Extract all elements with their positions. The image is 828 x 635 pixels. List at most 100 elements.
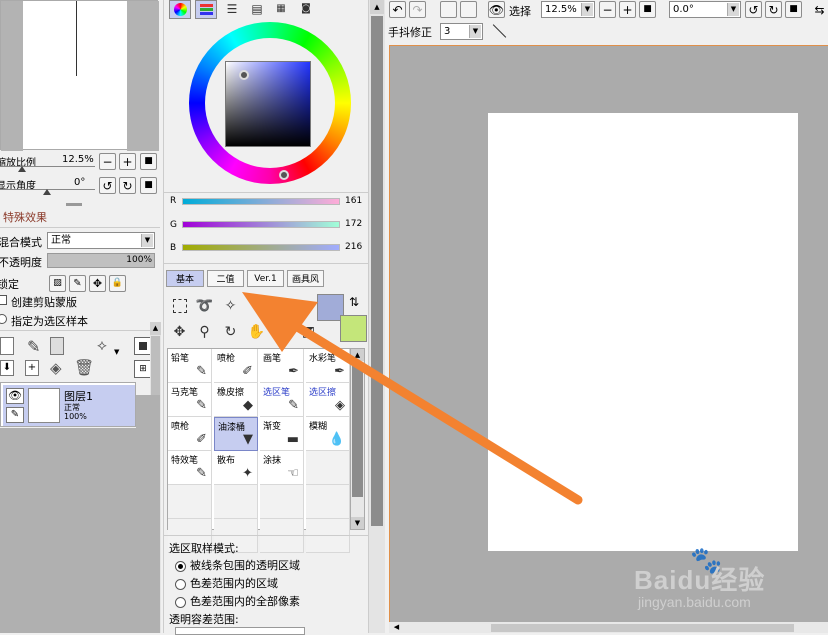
redo-button[interactable]: ↷ [409, 1, 426, 18]
zoom-icon[interactable]: ⚲ [190, 320, 219, 343]
scroll-thumb[interactable] [491, 624, 794, 632]
clear-layer-icon[interactable]: ◈ [50, 359, 62, 377]
b-slider[interactable] [182, 244, 340, 251]
r-slider[interactable] [182, 198, 340, 205]
invert-select-button[interactable] [460, 1, 477, 18]
delete-layer-icon[interactable]: 🗑 [74, 358, 94, 377]
g-value: 172 [345, 219, 363, 229]
sv-picker-handle[interactable] [239, 70, 249, 80]
brush-cell-empty[interactable] [168, 485, 212, 519]
baidu-watermark: 🐾 Baidu经验 jingyan.baidu.com [632, 544, 822, 616]
effects-title[interactable]: 特殊效果 [3, 209, 47, 225]
sample-source-checkbox[interactable] [0, 314, 7, 324]
pencil-icon: ✎ [196, 364, 207, 379]
rotate-right-button[interactable]: ↻ [119, 177, 136, 194]
deselect-button[interactable] [440, 1, 457, 18]
selection-option-0[interactable]: 被线条包围的透明区域 [175, 557, 300, 573]
perspective-ruler-icon[interactable]: ⟡ [97, 336, 107, 354]
radio-icon[interactable] [175, 578, 186, 590]
mask-icon-inner [139, 342, 147, 350]
lock-move-icon[interactable]: ✥ [89, 275, 106, 292]
hsv-sliders-tab[interactable]: ☰ [221, 0, 243, 19]
new-layer-icon[interactable] [0, 337, 14, 355]
zoom-select[interactable]: 12.5% ▼ [541, 1, 595, 18]
scroll-left-icon[interactable]: ◀ [391, 622, 402, 633]
hue-picker-handle[interactable] [279, 170, 289, 180]
brush-cell[interactable]: 铅笔 ✎ [168, 349, 212, 383]
lock-all-icon[interactable]: 🔒 [109, 275, 126, 292]
scratchpad-tab[interactable]: ◙ [295, 0, 317, 19]
new-vector-layer-icon[interactable]: ✎ [27, 337, 40, 356]
marker-icon: ✎ [196, 398, 207, 413]
line-tool-icon[interactable] [491, 22, 509, 40]
tab-basic[interactable]: 基本 [166, 270, 204, 287]
toolbar-zoom-reset-button[interactable]: ■ [639, 1, 656, 18]
canvas-hscrollbar[interactable]: ◀ [389, 622, 828, 633]
zoom-select-value: 12.5% [545, 4, 577, 15]
chevron-down-icon: ▼ [141, 234, 153, 247]
chevron-down-icon: ▼ [727, 3, 739, 16]
sample-source-label[interactable]: 指定为选区样本 [11, 313, 88, 329]
toolbar-rotate-left-button[interactable]: ↺ [745, 1, 762, 18]
zoom-reset-button[interactable]: ■ [140, 153, 157, 170]
radio-icon[interactable] [175, 596, 186, 608]
rotate-reset-button[interactable]: ■ [140, 177, 157, 194]
visibility-eye-icon[interactable]: 👁 [6, 388, 24, 404]
scroll-thumb[interactable] [151, 336, 160, 396]
lasso-icon[interactable]: ➰ [190, 294, 219, 317]
lock-label: 锁定 [0, 278, 19, 291]
toolbar-rotate-right-button[interactable]: ↻ [765, 1, 782, 18]
chevron-down-icon[interactable]: ▼ [114, 348, 119, 356]
color-wheel-tab[interactable] [169, 0, 191, 19]
zoom-out-button[interactable]: − [99, 153, 116, 170]
rgb-sliders-tab[interactable] [195, 0, 217, 19]
tolerance-slider[interactable] [175, 627, 305, 635]
rgb-icon-b [200, 12, 213, 15]
layer-row[interactable]: 👁 ✎ 图层1 正常 100% [3, 385, 135, 426]
lock-transparency-icon[interactable]: ▨ [49, 275, 66, 292]
show-selection-button[interactable]: 👁 [488, 1, 505, 18]
brush-cell[interactable]: 马克笔 ✎ [168, 383, 212, 417]
brush-cell-empty[interactable] [306, 519, 350, 553]
brush-cell-empty[interactable] [260, 519, 304, 553]
lock-paint-icon[interactable]: ✎ [69, 275, 86, 292]
brush-label: 特效笔 [171, 456, 199, 466]
opacity-slider[interactable]: 100% [47, 253, 155, 268]
new-folder-icon[interactable] [50, 337, 64, 355]
blend-mode-select[interactable]: 正常 ▼ [47, 232, 155, 249]
saturation-value-square[interactable] [225, 61, 311, 147]
rotate-left-button[interactable]: ↺ [99, 177, 116, 194]
navigator-preview[interactable] [0, 0, 159, 151]
layer-list[interactable]: 👁 ✎ 图层1 正常 100% [0, 382, 136, 427]
stabilizer-select[interactable]: 3 ▼ [440, 23, 483, 40]
brush-cell[interactable]: 特效笔 ✎ [168, 451, 212, 485]
merge-down-icon[interactable]: + [25, 360, 39, 376]
transfer-down-icon[interactable]: ⬇ [0, 360, 14, 376]
brush-cell[interactable]: 喷枪 ✐ [168, 417, 212, 451]
scroll-up-icon[interactable]: ▲ [370, 0, 384, 14]
layer-list-empty [0, 428, 136, 633]
palette-tab[interactable]: ▤ [246, 0, 268, 19]
toolbar-rotate-reset-button[interactable]: ■ [785, 1, 802, 18]
selection-option-1[interactable]: 色差范围内的区域 [175, 575, 278, 591]
scroll-up-icon[interactable]: ▲ [150, 322, 161, 335]
layer-edit-icon[interactable]: ✎ [6, 407, 24, 423]
swatches-tab[interactable]: ▦ [270, 0, 292, 19]
zoom-in-button[interactable]: + [119, 153, 136, 170]
zoom-slider[interactable] [0, 166, 95, 167]
zoom-slider-thumb[interactable] [18, 166, 26, 172]
toolbar-zoom-out-button[interactable]: − [599, 1, 616, 18]
navigator-gutter-left [1, 1, 23, 151]
scroll-down-icon[interactable]: ▼ [351, 517, 364, 529]
toolbar-zoom-in-button[interactable]: + [619, 1, 636, 18]
panel-splitter[interactable] [66, 203, 82, 206]
g-slider[interactable] [182, 221, 340, 228]
undo-button[interactable]: ↶ [389, 1, 406, 18]
clip-mask-label[interactable]: 创建剪贴蒙版 [11, 294, 77, 310]
angle-slider-thumb[interactable] [43, 189, 51, 195]
selection-option-2[interactable]: 色差范围内的全部像素 [175, 593, 300, 609]
angle-select[interactable]: 0.0° ▼ [669, 1, 741, 18]
flip-horizontal-button[interactable]: ⇆ [811, 1, 828, 18]
clip-mask-checkbox[interactable] [0, 295, 7, 305]
radio-icon[interactable] [175, 560, 186, 572]
